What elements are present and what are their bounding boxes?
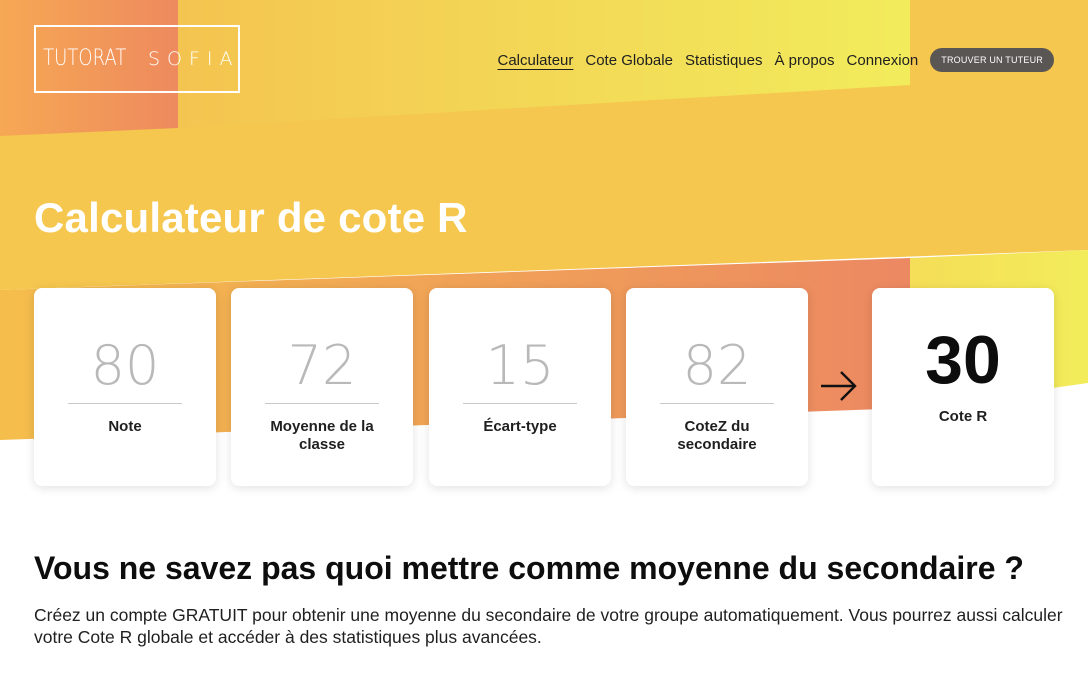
class-average-input[interactable] <box>265 334 379 404</box>
cotez-input[interactable] <box>660 334 774 404</box>
site-logo[interactable]: TUTORAT SOFIA <box>34 25 240 93</box>
nav-item-connexion[interactable]: Connexion <box>847 52 919 69</box>
nav-item-calculateur[interactable]: Calculateur <box>498 52 574 69</box>
main-nav: Calculateur Cote Globale Statistiques À … <box>498 48 1054 72</box>
nav-item-cote-globale[interactable]: Cote Globale <box>585 52 673 69</box>
std-dev-input[interactable] <box>463 334 577 404</box>
logo-text-tutorat: TUTORAT <box>43 46 127 71</box>
nav-item-a-propos[interactable]: À propos <box>774 52 834 69</box>
cotez-label: CoteZ du secondaire <box>677 418 757 453</box>
cotez-card: CoteZ du secondaire <box>626 288 808 486</box>
promo-body: Créez un compte GRATUIT pour obtenir une… <box>34 605 1063 647</box>
page-title: Calculateur de cote R <box>34 194 468 241</box>
std-dev-card: Écart-type <box>429 288 611 486</box>
note-input[interactable] <box>68 334 182 404</box>
note-card: Note <box>34 288 216 486</box>
nav-item-statistiques[interactable]: Statistiques <box>685 52 763 69</box>
cote-r-value: 30 <box>925 322 1001 398</box>
logo-text-sofia: SOFIA <box>147 47 240 70</box>
cote-r-label: Cote R <box>938 408 988 425</box>
arrow-right-icon <box>821 371 857 401</box>
promo-title: Vous ne savez pas quoi mettre comme moye… <box>34 550 1024 586</box>
class-average-card: Moyenne de la classe <box>231 288 413 486</box>
class-average-label: Moyenne de la classe <box>270 418 374 453</box>
find-tutor-button[interactable]: TROUVER UN TUTEUR <box>930 48 1054 72</box>
cote-r-result-card: 30 Cote R <box>872 288 1054 486</box>
std-dev-label: Écart-type <box>483 418 557 435</box>
note-label: Note <box>108 418 142 435</box>
